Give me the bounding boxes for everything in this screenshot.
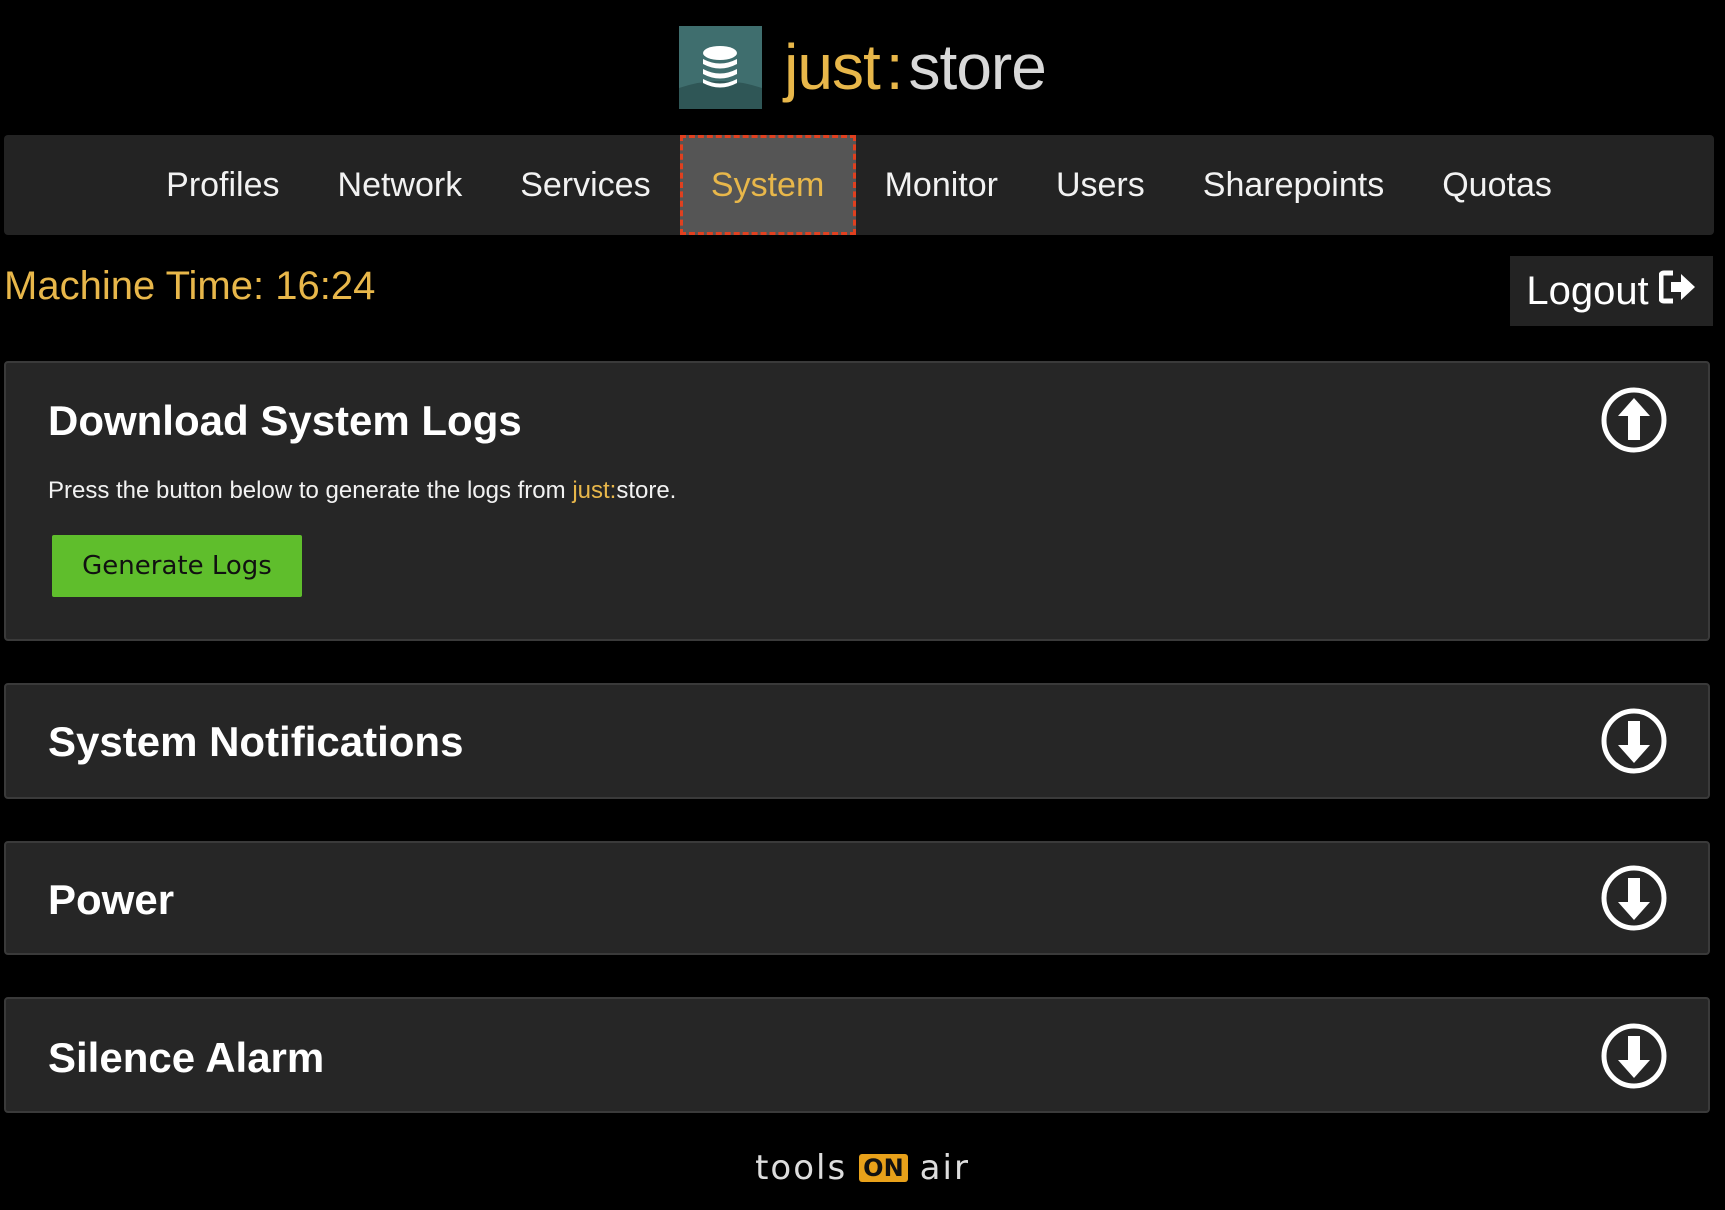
nav-item-services[interactable]: Services bbox=[491, 135, 679, 235]
panel-title: Power bbox=[48, 876, 175, 923]
desc-text-end: store. bbox=[616, 477, 677, 504]
circle-arrow-down-icon[interactable] bbox=[1600, 864, 1668, 932]
footer-part1: tools bbox=[755, 1148, 848, 1188]
brand-name-part1: just bbox=[784, 31, 881, 103]
circle-arrow-down-icon[interactable] bbox=[1600, 1022, 1668, 1090]
brand-separator: : bbox=[885, 31, 904, 103]
panel-description: Press the button below to generate the l… bbox=[48, 477, 676, 505]
generate-logs-button[interactable]: Generate Logs bbox=[52, 535, 302, 597]
desc-brand: just: bbox=[572, 477, 617, 504]
main-nav: Profiles Network Services System Monitor… bbox=[4, 135, 1714, 235]
brand-name-part2: store bbox=[908, 31, 1047, 103]
nav-item-sharepoints[interactable]: Sharepoints bbox=[1174, 135, 1413, 235]
panel-title: System Notifications bbox=[48, 718, 464, 765]
circle-arrow-down-icon[interactable] bbox=[1600, 707, 1668, 775]
panel-system-notifications[interactable]: System Notifications bbox=[4, 683, 1710, 799]
sign-out-icon bbox=[1658, 269, 1697, 314]
nav-item-profiles[interactable]: Profiles bbox=[137, 135, 308, 235]
header: just:store bbox=[0, 0, 1725, 134]
panel-silence-alarm[interactable]: Silence Alarm bbox=[4, 997, 1710, 1113]
brand-name: just:store bbox=[784, 35, 1047, 99]
panel-title: Silence Alarm bbox=[48, 1034, 325, 1081]
logout-label: Logout bbox=[1526, 268, 1649, 313]
footer-part3: air bbox=[919, 1148, 970, 1188]
nav-item-monitor[interactable]: Monitor bbox=[856, 135, 1027, 235]
nav-item-quotas[interactable]: Quotas bbox=[1413, 135, 1581, 235]
nav-item-users[interactable]: Users bbox=[1027, 135, 1174, 235]
circle-arrow-up-icon[interactable] bbox=[1600, 386, 1668, 454]
footer-brand: tools ON air bbox=[0, 1148, 1725, 1188]
nav-item-network[interactable]: Network bbox=[309, 135, 492, 235]
footer-part2: ON bbox=[859, 1154, 908, 1182]
panel-title: Download System Logs bbox=[48, 397, 522, 444]
nav-item-system[interactable]: System bbox=[679, 135, 856, 235]
panel-download-logs: Download System Logs Press the button be… bbox=[4, 361, 1710, 641]
machine-time: Machine Time: 16:24 bbox=[4, 264, 376, 308]
panel-power[interactable]: Power bbox=[4, 841, 1710, 955]
logout-button[interactable]: Logout bbox=[1510, 256, 1713, 326]
brand-logo: just:store bbox=[679, 25, 1047, 109]
desc-text: Press the button below to generate the l… bbox=[48, 477, 573, 504]
database-stack-icon bbox=[679, 25, 763, 109]
